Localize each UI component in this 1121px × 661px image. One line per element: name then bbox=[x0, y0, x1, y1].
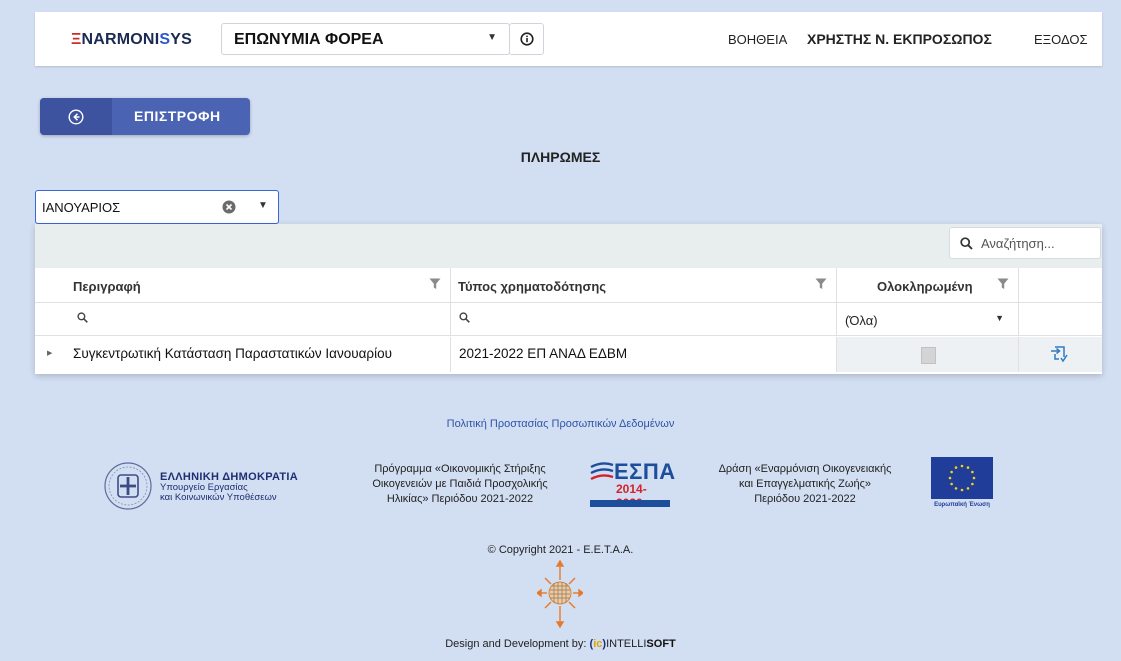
intellisoft-logo-icon: (ic) bbox=[589, 638, 607, 650]
completed-checkbox[interactable] bbox=[921, 347, 936, 364]
info-icon bbox=[519, 32, 534, 46]
developer-brand-part: INTELLI bbox=[606, 638, 647, 650]
program-line: Οικογενειών με Παιδιά Προσχολικής bbox=[372, 478, 548, 490]
filter-icon[interactable] bbox=[815, 278, 827, 290]
program-description: Πρόγραμμα «Οικονομικής Στήριξης Οικογενε… bbox=[355, 462, 565, 507]
info-button[interactable] bbox=[509, 23, 544, 55]
organization-select-value: ΕΠΩΝΥΜΙΑ ΦΟΡΕΑ bbox=[234, 31, 384, 48]
program-line: Ηλικίας» Περιόδου 2021-2022 bbox=[386, 493, 534, 505]
user-menu[interactable]: ΧΡΗΣΤΗΣ Ν. ΕΚΠΡΟΣΩΠΟΣ bbox=[807, 31, 992, 47]
arrow-left-circle-icon bbox=[68, 108, 84, 125]
ministry-subtitle-line: και Κοινωνικών Υποθέσεων bbox=[160, 492, 277, 503]
chevron-down-icon: ▼ bbox=[487, 32, 497, 43]
payments-grid: Αναζήτηση... Περιγραφή Τύπος χρηματοδότη… bbox=[35, 224, 1102, 374]
column-header-description[interactable]: Περιγραφή bbox=[35, 268, 451, 302]
cell-description: ▶ Συγκεντρωτική Κατάσταση Παραστατικών Ι… bbox=[35, 337, 451, 372]
open-document-icon[interactable] bbox=[1050, 344, 1068, 364]
logo-text-part: NARMONI bbox=[81, 31, 160, 48]
developer-credit-prefix: Design and Development by: bbox=[445, 638, 587, 650]
action-description: Δράση «Εναρμόνιση Οικογενειακής και Επαγ… bbox=[700, 462, 910, 507]
column-header-actions bbox=[1019, 268, 1102, 302]
privacy-policy-link[interactable]: Πολιτική Προστασίας Προσωπικών Δεδομένων bbox=[0, 418, 1121, 430]
chevron-down-icon[interactable]: ▼ bbox=[258, 200, 268, 211]
cell-actions bbox=[1019, 337, 1102, 372]
column-header-funding-type[interactable]: Τύπος χρηματοδότησης bbox=[451, 268, 837, 302]
action-line: και Επαγγελματικής Ζωής» bbox=[738, 478, 872, 490]
program-line: Πρόγραμμα «Οικονομικής Στήριξης bbox=[374, 463, 546, 475]
grid-header-row: Περιγραφή Τύπος χρηματοδότησης Ολοκληρωμ… bbox=[35, 268, 1102, 303]
espa-logo: ΕΣΠΑ 2014-2020 bbox=[590, 459, 675, 510]
filter-cell-funding-type[interactable] bbox=[451, 302, 837, 335]
hellenic-republic-emblem bbox=[104, 462, 152, 510]
search-placeholder: Αναζήτηση... bbox=[981, 236, 1055, 251]
search-icon bbox=[459, 312, 470, 323]
month-select-value: ΙΑΝΟΥΑΡΙΟΣ bbox=[42, 200, 121, 215]
search-icon bbox=[960, 237, 973, 250]
organization-select[interactable]: ΕΠΩΝΥΜΙΑ ΦΟΡΕΑ ▼ bbox=[221, 23, 510, 55]
column-header-label: Τύπος χρηματοδότησης bbox=[458, 279, 607, 294]
copyright-text: © Copyright 2021 - E.E.T.A.A. bbox=[487, 544, 634, 556]
page-title: ΠΛΗΡΩΜΕΣ bbox=[520, 149, 601, 165]
filter-icon[interactable] bbox=[429, 278, 441, 290]
column-header-label: Περιγραφή bbox=[73, 279, 141, 294]
grid-search-input[interactable]: Αναζήτηση... bbox=[949, 227, 1101, 259]
column-header-label: Ολοκληρωμένη bbox=[877, 279, 973, 294]
filter-select-completed[interactable]: (Όλα) ▼ bbox=[837, 302, 1019, 335]
search-icon bbox=[77, 312, 88, 323]
back-button-label: ΕΠΙΣΤΡΟΦΗ bbox=[134, 108, 221, 124]
grid-toolbar: Αναζήτηση... bbox=[35, 224, 1102, 268]
action-line: Δράση «Εναρμόνιση Οικογενειακής bbox=[718, 463, 892, 475]
column-header-completed[interactable]: Ολοκληρωμένη bbox=[837, 268, 1019, 302]
espa-strip bbox=[590, 500, 670, 507]
logo-text-part: Ξ bbox=[71, 31, 82, 48]
filter-select-value: (Όλα) bbox=[845, 313, 878, 328]
filter-icon[interactable] bbox=[997, 278, 1009, 290]
grid-filter-row: (Όλα) ▼ bbox=[35, 302, 1102, 336]
logo-text-part: YS bbox=[170, 31, 192, 48]
developer-brand-part: SOFT bbox=[646, 638, 676, 650]
eu-caption: Ευρωπαϊκή Ένωση bbox=[934, 502, 990, 508]
action-line: Περιόδου 2021-2022 bbox=[754, 493, 856, 505]
logo-text-part: S bbox=[159, 31, 171, 48]
logout-link[interactable]: ΕΞΟΔΟΣ bbox=[1034, 32, 1088, 47]
cell-funding-type: 2021-2022 ΕΠ ΑΝΑΔ ΕΔΒΜ bbox=[451, 337, 837, 372]
top-bar: ΞNARMONISYS ΕΠΩΝΥΜΙΑ ΦΟΡΕΑ ▼ ΒΟΗΘΕΙΑ ΧΡΗ… bbox=[35, 12, 1102, 66]
eu-flag-icon bbox=[931, 457, 993, 499]
chevron-down-icon: ▼ bbox=[995, 313, 1004, 323]
month-select[interactable]: ΙΑΝΟΥΑΡΙΟΣ ▼ bbox=[35, 190, 279, 224]
etaa-logo bbox=[537, 560, 583, 629]
table-row[interactable]: ▶ Συγκεντρωτική Κατάσταση Παραστατικών Ι… bbox=[35, 337, 1102, 372]
cell-completed bbox=[837, 337, 1019, 372]
back-button[interactable]: ΕΠΙΣΤΡΟΦΗ bbox=[40, 98, 250, 135]
app-logo[interactable]: ΞNARMONISYS bbox=[71, 31, 192, 49]
espa-swoosh-icon bbox=[590, 462, 614, 481]
cell-funding-type-text: 2021-2022 ΕΠ ΑΝΑΔ ΕΔΒΜ bbox=[459, 346, 628, 361]
developer-credit: Design and Development by: (ic)INTELLISO… bbox=[0, 638, 1121, 650]
back-button-icon-area bbox=[40, 98, 112, 135]
ministry-subtitle: Υπουργείο Εργασίας και Κοινωνικών Υποθέσ… bbox=[160, 483, 277, 503]
clear-icon[interactable] bbox=[222, 200, 236, 214]
expand-row-icon[interactable]: ▶ bbox=[47, 349, 52, 357]
cell-description-text: Συγκεντρωτική Κατάσταση Παραστατικών Ιαν… bbox=[73, 346, 393, 361]
filter-cell-description[interactable] bbox=[35, 302, 451, 335]
help-link[interactable]: ΒΟΗΘΕΙΑ bbox=[728, 32, 787, 47]
filter-cell-actions bbox=[1019, 302, 1102, 335]
